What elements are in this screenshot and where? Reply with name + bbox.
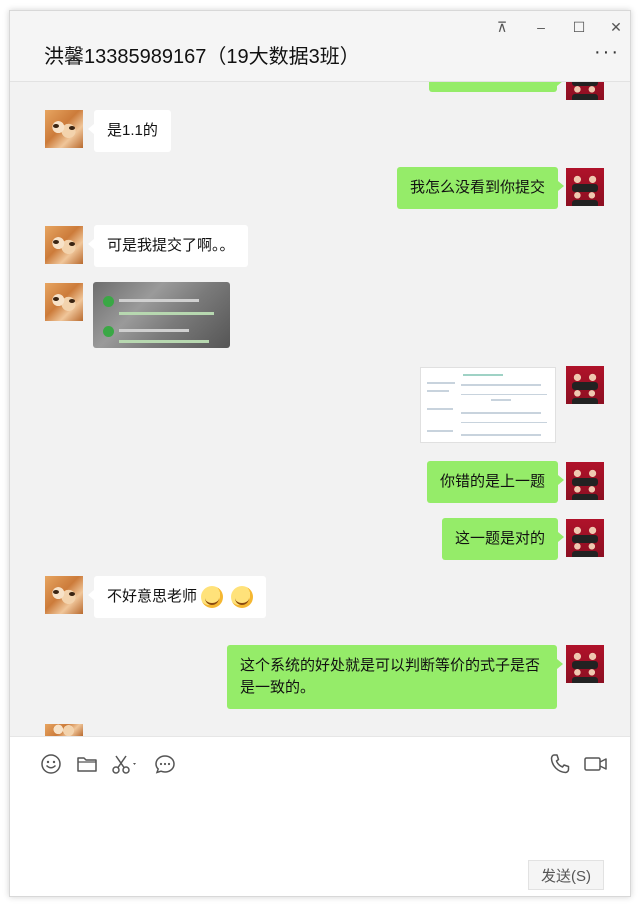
maximize-button[interactable]: ☐: [567, 17, 591, 37]
message-bubble[interactable]: 这一题是对的: [441, 518, 565, 560]
avatar-self[interactable]: [566, 168, 604, 206]
chat-history-icon[interactable]: [153, 752, 177, 776]
message-input[interactable]: [30, 787, 614, 855]
avatar-contact[interactable]: [45, 283, 83, 321]
message-bubble[interactable]: 是1.1的: [88, 110, 171, 152]
title-bar: 洪馨13385989167（19大数据3班） ⊼ – ☐ ✕ ···: [10, 11, 630, 82]
avatar-self[interactable]: [566, 519, 604, 557]
folder-icon[interactable]: [75, 752, 99, 776]
send-button[interactable]: 发送(S): [528, 860, 604, 890]
avatar-self[interactable]: [566, 366, 604, 404]
grinning-sweat-emoji-icon: [231, 586, 254, 609]
message-list[interactable]: 是1.1的 我怎么没看到你提交 可是我提交了啊。。 你错的是上一题 这一题是对的…: [10, 82, 630, 736]
pin-icon[interactable]: ⊼: [490, 17, 514, 37]
avatar-contact[interactable]: [45, 576, 83, 614]
chat-window: 洪馨13385989167（19大数据3班） ⊼ – ☐ ✕ ··· 是1.1的…: [9, 10, 631, 897]
message-bubble-partial[interactable]: [429, 82, 563, 92]
scissors-icon[interactable]: [110, 752, 140, 776]
image-message[interactable]: [420, 367, 556, 443]
grinning-sweat-emoji-icon: [201, 586, 224, 609]
input-area: 发送(S): [10, 736, 630, 896]
avatar-contact[interactable]: [45, 724, 83, 736]
minimize-button[interactable]: –: [529, 17, 553, 37]
chat-title: 洪馨13385989167（19大数据3班）: [44, 46, 360, 68]
more-options-icon[interactable]: ···: [594, 42, 620, 62]
avatar-contact[interactable]: [45, 226, 83, 264]
emoji-icon[interactable]: [39, 752, 63, 776]
check-icon: [103, 326, 114, 337]
message-bubble[interactable]: 不好意思老师: [87, 576, 267, 619]
check-icon: [103, 296, 114, 307]
phone-icon[interactable]: [548, 752, 572, 776]
image-message[interactable]: [93, 282, 230, 348]
close-button[interactable]: ✕: [604, 17, 628, 37]
message-bubble[interactable]: 这个系统的好处就是可以判断等价的式子是否是一致的。: [227, 645, 563, 709]
avatar-self[interactable]: [566, 645, 604, 683]
avatar-self[interactable]: [566, 462, 604, 500]
video-call-icon[interactable]: [583, 752, 609, 776]
avatar-contact[interactable]: [45, 110, 83, 148]
message-text: 不好意思老师: [107, 588, 198, 605]
message-bubble[interactable]: 你错的是上一题: [426, 461, 565, 503]
message-bubble[interactable]: 我怎么没看到你提交: [396, 167, 565, 209]
message-bubble[interactable]: 可是我提交了啊。。: [88, 225, 248, 267]
avatar-self[interactable]: [566, 82, 604, 100]
